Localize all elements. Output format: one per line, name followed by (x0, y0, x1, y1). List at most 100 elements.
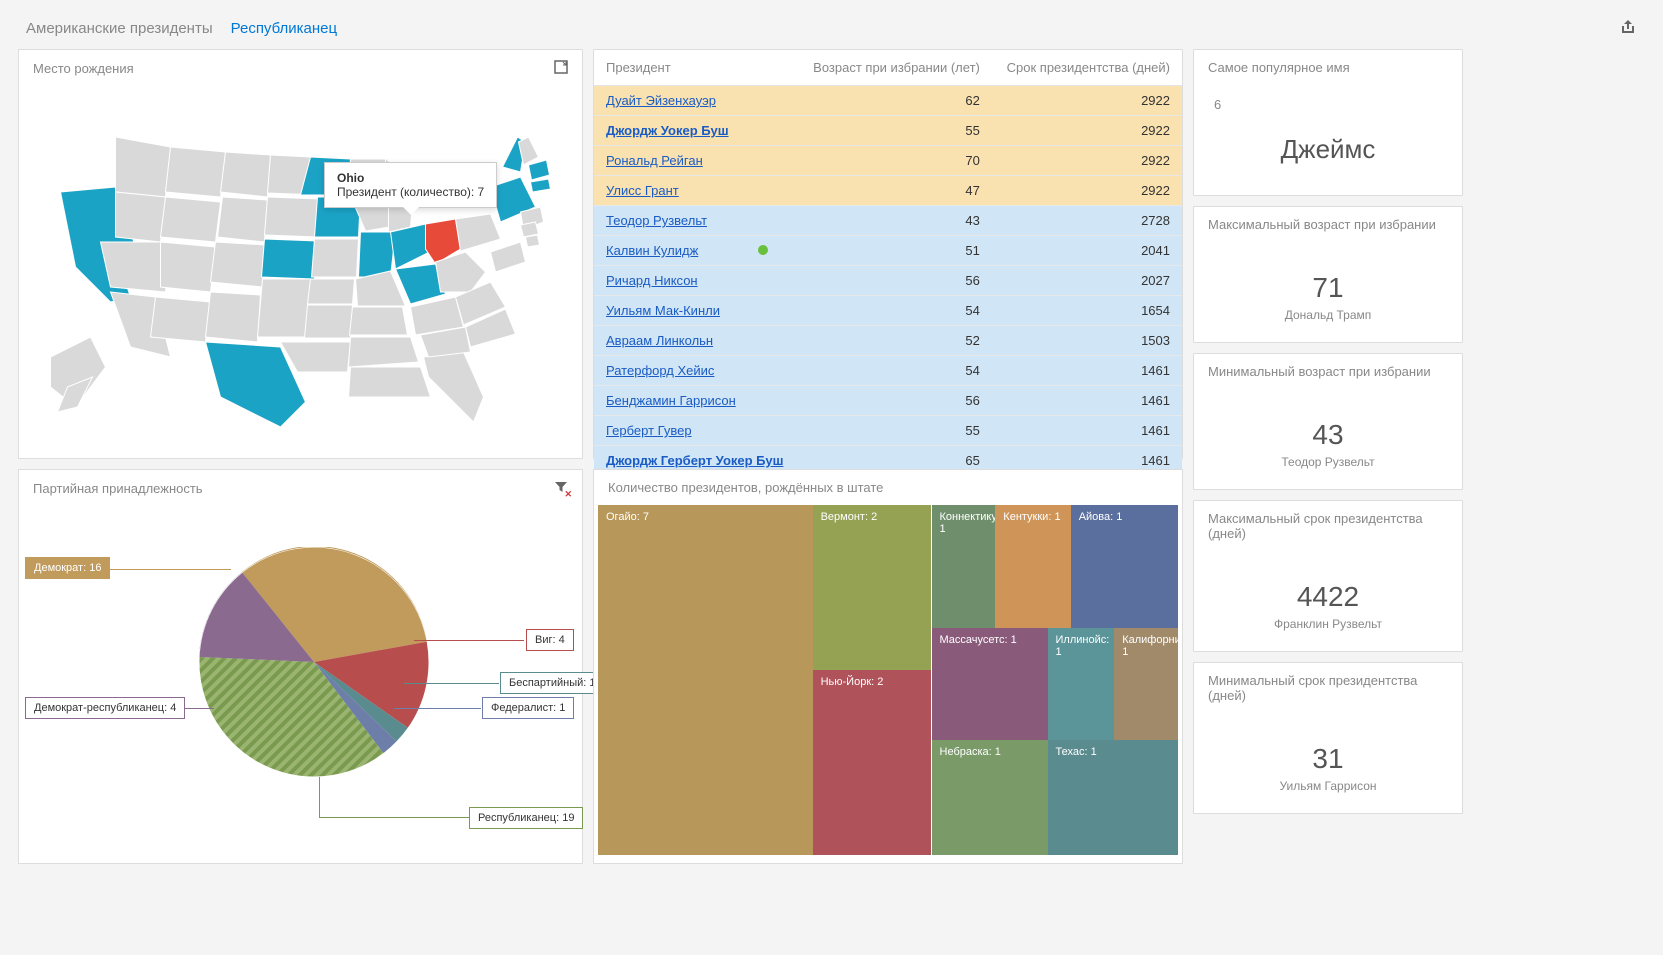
table-row[interactable]: Авраам Линкольн521503 (594, 326, 1182, 356)
cell-age: 43 (798, 206, 991, 236)
col-term[interactable]: Срок президентства (дней) (992, 50, 1182, 86)
table-row[interactable]: Дуайт Эйзенхауэр 622922 (594, 86, 1182, 116)
table-row[interactable]: Бенджамин Гаррисон561461 (594, 386, 1182, 416)
cell-term: 2922 (992, 146, 1182, 176)
treemap-cell[interactable]: Иллинойс: 1 (1048, 628, 1115, 740)
president-link[interactable]: Герберт Гувер (606, 423, 692, 438)
table-row[interactable]: Ричард Никсон 562027 (594, 266, 1182, 296)
kpi-name-title: Самое популярное имя (1208, 60, 1350, 75)
treemap-cell[interactable]: Техас: 1 (1048, 740, 1179, 856)
president-link[interactable]: Ричард Никсон (606, 273, 698, 288)
label-federalist: Федералист: 1 (482, 697, 574, 719)
table-row[interactable]: Уильям Мак-Кинли 541654 (594, 296, 1182, 326)
col-president[interactable]: Президент (594, 50, 798, 86)
col-age[interactable]: Возраст при избрании (лет) (798, 50, 991, 86)
table-row[interactable]: Теодор Рузвельт 432728 (594, 206, 1182, 236)
treemap-cell[interactable]: Айова: 1 (1071, 505, 1178, 628)
cell-term: 2027 (992, 266, 1182, 296)
kpi-maxage-title: Максимальный возраст при избрании (1208, 217, 1436, 232)
cell-age: 55 (798, 116, 991, 146)
president-link[interactable]: Улисс Грант (606, 183, 679, 198)
table-row[interactable]: Герберт Гувер 551461 (594, 416, 1182, 446)
kpi-minage-title: Минимальный возраст при избрании (1208, 364, 1431, 379)
cell-term: 2922 (992, 86, 1182, 116)
pie-slices[interactable] (199, 548, 428, 777)
table-row[interactable]: Джордж Уокер Буш 552922 (594, 116, 1182, 146)
treemap-cell[interactable]: Коннектикут: 1 (932, 505, 996, 628)
treemap-cell[interactable]: Калифорния: 1 (1114, 628, 1178, 740)
treemap[interactable]: Огайо: 7Вермонт: 2Нью-Йорк: 2Коннектикут… (598, 505, 1178, 855)
table-row[interactable]: Улисс Грант 472922 (594, 176, 1182, 206)
treemap-cell[interactable]: Вермонт: 2 (813, 505, 932, 670)
cell-term: 1461 (992, 416, 1182, 446)
kpi-name-count: 6 (1204, 97, 1452, 112)
table-row[interactable]: Калвин Кулидж 512041 (594, 236, 1182, 266)
cell-age: 55 (798, 416, 991, 446)
treemap-panel: Количество президентов, рождённых в штат… (593, 469, 1183, 864)
pie-chart[interactable]: Демократ: 16 Виг: 4 Беспартийный: 1 Феде… (19, 507, 582, 842)
treemap-cell[interactable]: Огайо: 7 (598, 505, 813, 855)
cell-age: 51 (798, 236, 991, 266)
cell-term: 2922 (992, 176, 1182, 206)
president-link[interactable]: Джордж Герберт Уокер Буш (606, 453, 783, 468)
kpi-minterm-sub: Уильям Гаррисон (1204, 779, 1452, 793)
breadcrumb-root[interactable]: Американские президенты (26, 20, 213, 37)
breadcrumb-active[interactable]: Республиканец (231, 20, 337, 37)
table-row[interactable]: Рональд Рейган702922 (594, 146, 1182, 176)
kpi-maxterm-title: Максимальный срок президентства (дней) (1208, 511, 1448, 541)
cell-term: 2041 (992, 236, 1182, 266)
filter-icon[interactable]: ✕ (554, 480, 568, 497)
cell-age: 54 (798, 296, 991, 326)
us-map[interactable]: Ohio Президент (количество): 7 (19, 87, 582, 437)
president-link[interactable]: Уильям Мак-Кинли (606, 303, 720, 318)
president-link[interactable]: Калвин Кулидж (606, 243, 698, 258)
treemap-cell[interactable]: Небраска: 1 (932, 740, 1048, 856)
kpi-maxage-value: 71 (1204, 272, 1452, 304)
label-republican: Республиканец: 19 (469, 807, 583, 829)
kpi-max-term: Максимальный срок президентства (дней) 4… (1193, 500, 1463, 652)
presidents-table-panel: Президент Возраст при избрании (лет) Сро… (593, 49, 1183, 459)
kpi-minterm-value: 31 (1204, 743, 1452, 775)
map-title: Место рождения (33, 61, 134, 76)
label-whig: Виг: 4 (526, 629, 574, 651)
kpi-min-age: Минимальный возраст при избрании 43 Теод… (1193, 353, 1463, 490)
presidents-table: Президент Возраст при избрании (лет) Сро… (594, 50, 1182, 476)
map-panel: Место рождения (18, 49, 583, 459)
cell-age: 54 (798, 356, 991, 386)
president-link[interactable]: Рональд Рейган (606, 153, 703, 168)
president-link[interactable]: Джордж Уокер Буш (606, 123, 729, 138)
table-row[interactable]: Ратерфорд Хейис 541461 (594, 356, 1182, 386)
label-independent: Беспартийный: 1 (500, 672, 604, 694)
president-link[interactable]: Авраам Линкольн (606, 333, 713, 348)
treemap-cell[interactable]: Нью-Йорк: 2 (813, 670, 932, 856)
kpi-minterm-title: Минимальный срок президентства (дней) (1208, 673, 1448, 703)
kpi-maxage-sub: Дональд Трамп (1204, 308, 1452, 322)
kpi-maxterm-sub: Франклин Рузвельт (1204, 617, 1452, 631)
breadcrumb: Американские президенты Республиканец (8, 8, 1655, 49)
share-icon[interactable] (1619, 18, 1637, 39)
president-link[interactable]: Бенджамин Гаррисон (606, 393, 736, 408)
president-link[interactable]: Дуайт Эйзенхауэр (606, 93, 716, 108)
cell-term: 1654 (992, 296, 1182, 326)
cell-age: 56 (798, 266, 991, 296)
pie-panel: Партийная принадлежность ✕ (18, 469, 583, 864)
cell-age: 62 (798, 86, 991, 116)
fullscreen-icon[interactable] (554, 60, 568, 77)
cell-age: 47 (798, 176, 991, 206)
president-link[interactable]: Ратерфорд Хейис (606, 363, 714, 378)
kpi-min-term: Минимальный срок президентства (дней) 31… (1193, 662, 1463, 814)
cell-age: 56 (798, 386, 991, 416)
treemap-title: Количество президентов, рождённых в штат… (608, 480, 883, 495)
treemap-cell[interactable]: Кентукки: 1 (995, 505, 1070, 628)
kpi-max-age: Максимальный возраст при избрании 71 Дон… (1193, 206, 1463, 343)
kpi-name-value: Джеймс (1204, 134, 1452, 165)
cell-term: 2728 (992, 206, 1182, 236)
treemap-cell[interactable]: Массачусетс: 1 (932, 628, 1048, 740)
kpi-minage-sub: Теодор Рузвельт (1204, 455, 1452, 469)
label-demrep: Демократ-республиканец: 4 (25, 697, 185, 719)
kpi-popular-name: Самое популярное имя 6 Джеймс (1193, 49, 1463, 196)
president-link[interactable]: Теодор Рузвельт (606, 213, 707, 228)
cell-term: 2922 (992, 116, 1182, 146)
cell-term: 1503 (992, 326, 1182, 356)
cell-term: 1461 (992, 356, 1182, 386)
